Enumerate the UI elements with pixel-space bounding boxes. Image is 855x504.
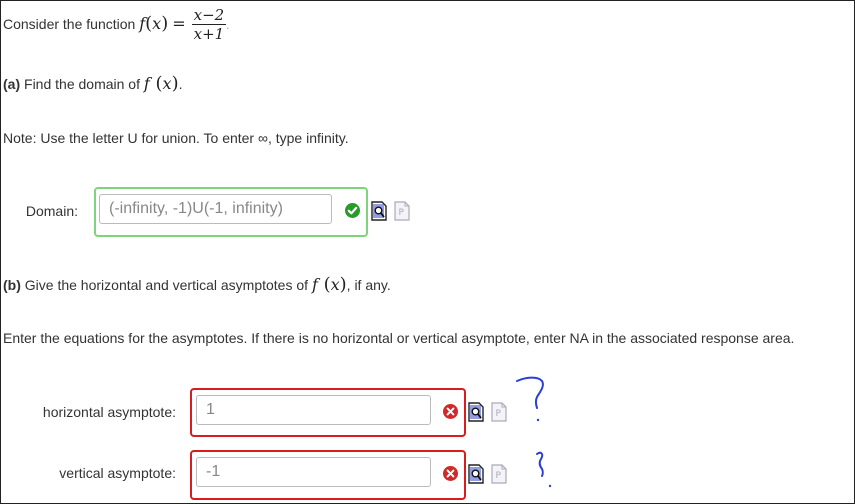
part-a-text: Find the domain of [24, 76, 140, 92]
fraction-numerator: x−2 [191, 6, 227, 25]
fraction-denominator: x+1 [193, 25, 225, 43]
help-page-icon[interactable]: P [491, 464, 507, 484]
preview-magnifier-icon[interactable] [468, 402, 484, 422]
part-a-label: (a) [3, 76, 21, 92]
intro-function-math: f(x) = x−2 x+1. [139, 6, 230, 43]
part-b-function-math: f (x) [311, 274, 347, 295]
help-page-icon[interactable]: P [394, 201, 410, 221]
vertical-asymptote-input[interactable] [196, 457, 431, 487]
part-b-prompt: (b) Give the horizontal and vertical asy… [3, 274, 391, 295]
function-fraction: x−2 x+1 [191, 6, 227, 43]
svg-text:P: P [496, 471, 502, 481]
x-mark-icon [443, 466, 458, 481]
svg-text:P: P [399, 208, 405, 218]
preview-magnifier-icon[interactable] [371, 201, 387, 221]
preview-magnifier-icon[interactable] [468, 464, 484, 484]
part-b-text: Give the horizontal and vertical asympto… [24, 277, 309, 293]
horizontal-asymptote-input[interactable] [196, 395, 431, 425]
help-page-icon[interactable]: P [491, 402, 507, 422]
horizontal-asymptote-label: horizontal asymptote: [42, 404, 176, 420]
handwritten-question-mark-vertical [536, 451, 552, 488]
svg-text:P: P [496, 409, 502, 419]
part-b-label: (b) [3, 277, 21, 293]
instructions-text: Enter the equations for the asymptotes. … [3, 330, 795, 346]
x-mark-icon [443, 404, 458, 419]
checkmark-icon [345, 203, 360, 218]
part-a-function-math: f (x) [143, 73, 179, 94]
note-text: Note: Use the letter U for union. To ent… [3, 130, 349, 146]
vertical-asymptote-label: vertical asymptote: [59, 465, 176, 481]
intro-line: Consider the function f(x) = x−2 x+1. [3, 4, 229, 44]
domain-input[interactable] [99, 194, 332, 224]
intro-text: Consider the function [3, 16, 136, 32]
part-a-prompt: (a) Find the domain of f (x). [3, 73, 183, 94]
domain-label: Domain: [25, 203, 78, 219]
handwritten-question-mark-horizontal [516, 376, 544, 422]
